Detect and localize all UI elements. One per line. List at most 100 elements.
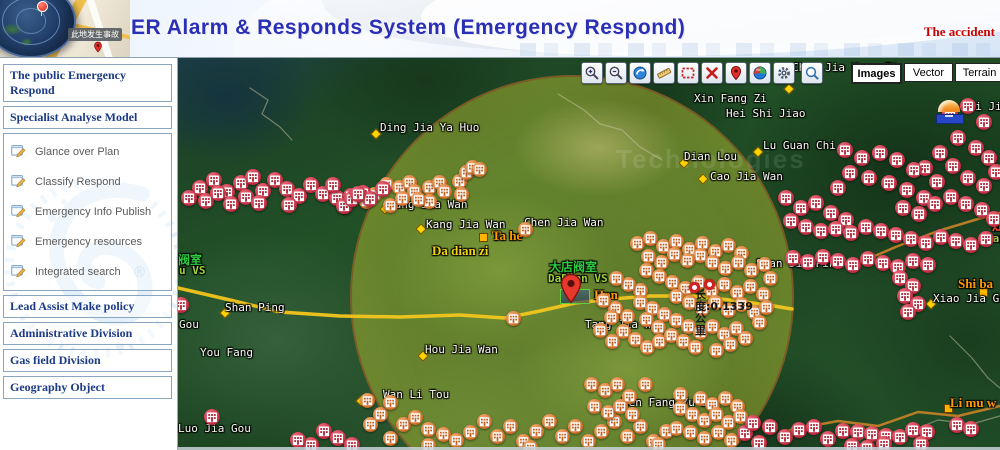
building-badge-icon[interactable] [800, 254, 816, 270]
building-badge-icon[interactable] [669, 421, 684, 436]
building-badge-icon[interactable] [680, 253, 695, 268]
building-badge-icon[interactable] [609, 271, 624, 286]
building-badge-icon[interactable] [360, 393, 375, 408]
building-badge-icon[interactable] [986, 211, 1000, 227]
sidebar-item-administrative-division[interactable]: Administrative Division [3, 322, 172, 345]
building-badge-icon[interactable] [210, 185, 226, 201]
building-badge-icon[interactable] [454, 187, 469, 202]
building-badge-icon[interactable] [178, 297, 189, 313]
building-badge-icon[interactable] [911, 206, 927, 222]
building-badge-icon[interactable] [808, 195, 824, 211]
building-badge-icon[interactable] [204, 409, 220, 425]
basemap-images-button[interactable]: Images [851, 63, 902, 84]
building-badge-icon[interactable] [861, 170, 877, 186]
building-badge-icon[interactable] [723, 337, 738, 352]
measure-button[interactable] [653, 62, 675, 84]
building-badge-icon[interactable] [762, 419, 778, 435]
sidebar-item-glance-over-plan[interactable]: Glance over Plan [4, 137, 171, 167]
building-badge-icon[interactable] [823, 205, 839, 221]
building-badge-icon[interactable] [778, 190, 794, 206]
building-badge-icon[interactable] [845, 257, 861, 273]
building-badge-icon[interactable] [830, 180, 846, 196]
building-badge-icon[interactable] [783, 213, 799, 229]
building-badge-icon[interactable] [785, 250, 801, 266]
building-badge-icon[interactable] [752, 315, 767, 330]
building-badge-icon[interactable] [605, 334, 620, 349]
building-badge-icon[interactable] [830, 253, 846, 269]
dai-jia-station-icon[interactable] [936, 98, 962, 126]
measure-endpoint[interactable] [704, 279, 715, 290]
clear-button[interactable] [701, 62, 723, 84]
building-badge-icon[interactable] [638, 377, 653, 392]
zoom-out-button[interactable] [605, 62, 627, 84]
building-badge-icon[interactable] [325, 177, 341, 193]
building-badge-icon[interactable] [281, 197, 297, 213]
building-badge-icon[interactable] [920, 257, 936, 273]
building-badge-icon[interactable] [948, 233, 964, 249]
building-badge-icon[interactable] [958, 196, 974, 212]
building-badge-icon[interactable] [889, 152, 905, 168]
layers-button[interactable] [749, 62, 771, 84]
building-badge-icon[interactable] [791, 422, 807, 438]
sidebar-item-lead-assist-make-policy[interactable]: Lead Assist Make policy [3, 295, 172, 318]
building-badge-icon[interactable] [895, 200, 911, 216]
building-badge-icon[interactable] [251, 195, 267, 211]
building-badge-icon[interactable] [697, 431, 712, 446]
building-badge-icon[interactable] [542, 414, 557, 429]
building-badge-icon[interactable] [290, 432, 306, 448]
building-badge-icon[interactable] [906, 162, 922, 178]
building-badge-icon[interactable] [667, 247, 682, 262]
map-canvas[interactable]: Technologies 长度:0.1339公里 ImagesVectorTer… [178, 58, 1000, 450]
building-badge-icon[interactable] [363, 417, 378, 432]
building-badge-icon[interactable] [383, 395, 398, 410]
basemap-terrain-button[interactable]: Terrain [955, 63, 1000, 82]
building-badge-icon[interactable] [518, 222, 533, 237]
building-badge-icon[interactable] [503, 419, 518, 434]
building-badge-icon[interactable] [860, 251, 876, 267]
measure-endpoint[interactable] [689, 282, 700, 293]
building-badge-icon[interactable] [960, 98, 976, 114]
building-badge-icon[interactable] [395, 191, 410, 206]
building-badge-icon[interactable] [963, 421, 979, 437]
building-badge-icon[interactable] [842, 165, 858, 181]
building-badge-icon[interactable] [506, 311, 521, 326]
building-badge-icon[interactable] [596, 293, 611, 308]
building-badge-icon[interactable] [933, 229, 949, 245]
building-badge-icon[interactable] [873, 223, 889, 239]
building-badge-icon[interactable] [899, 182, 915, 198]
building-badge-icon[interactable] [584, 377, 599, 392]
building-badge-icon[interactable] [888, 227, 904, 243]
sidebar-item-emergency-info-publish[interactable]: Emergency Info Publish [4, 197, 171, 227]
building-badge-icon[interactable] [421, 422, 436, 437]
sidebar-item-emergency-resources[interactable]: Emergency resources [4, 227, 171, 257]
building-badge-icon[interactable] [625, 407, 640, 422]
building-badge-icon[interactable] [900, 304, 916, 320]
building-badge-icon[interactable] [950, 130, 966, 146]
building-badge-icon[interactable] [757, 257, 772, 272]
building-badge-icon[interactable] [568, 419, 583, 434]
building-badge-icon[interactable] [960, 170, 976, 186]
building-badge-icon[interactable] [945, 158, 961, 174]
building-badge-icon[interactable] [854, 150, 870, 166]
building-badge-icon[interactable] [927, 196, 943, 212]
building-badge-icon[interactable] [929, 174, 945, 190]
building-badge-icon[interactable] [988, 164, 1000, 180]
building-badge-icon[interactable] [918, 235, 934, 251]
accident-location-pin[interactable] [560, 273, 582, 304]
search-button[interactable] [801, 62, 823, 84]
building-badge-icon[interactable] [688, 340, 703, 355]
building-badge-icon[interactable] [837, 142, 853, 158]
building-badge-icon[interactable] [875, 255, 891, 271]
building-badge-icon[interactable] [477, 414, 492, 429]
building-badge-icon[interactable] [763, 271, 778, 286]
building-badge-icon[interactable] [815, 249, 831, 265]
sidebar-item-integrated-search[interactable]: Integrated search [4, 257, 171, 287]
building-badge-icon[interactable] [738, 331, 753, 346]
building-badge-icon[interactable] [813, 223, 829, 239]
building-badge-icon[interactable] [835, 423, 851, 439]
building-badge-icon[interactable] [745, 415, 761, 431]
building-badge-icon[interactable] [383, 431, 398, 446]
building-badge-icon[interactable] [375, 181, 391, 197]
building-badge-icon[interactable] [903, 231, 919, 247]
building-badge-icon[interactable] [828, 221, 844, 237]
